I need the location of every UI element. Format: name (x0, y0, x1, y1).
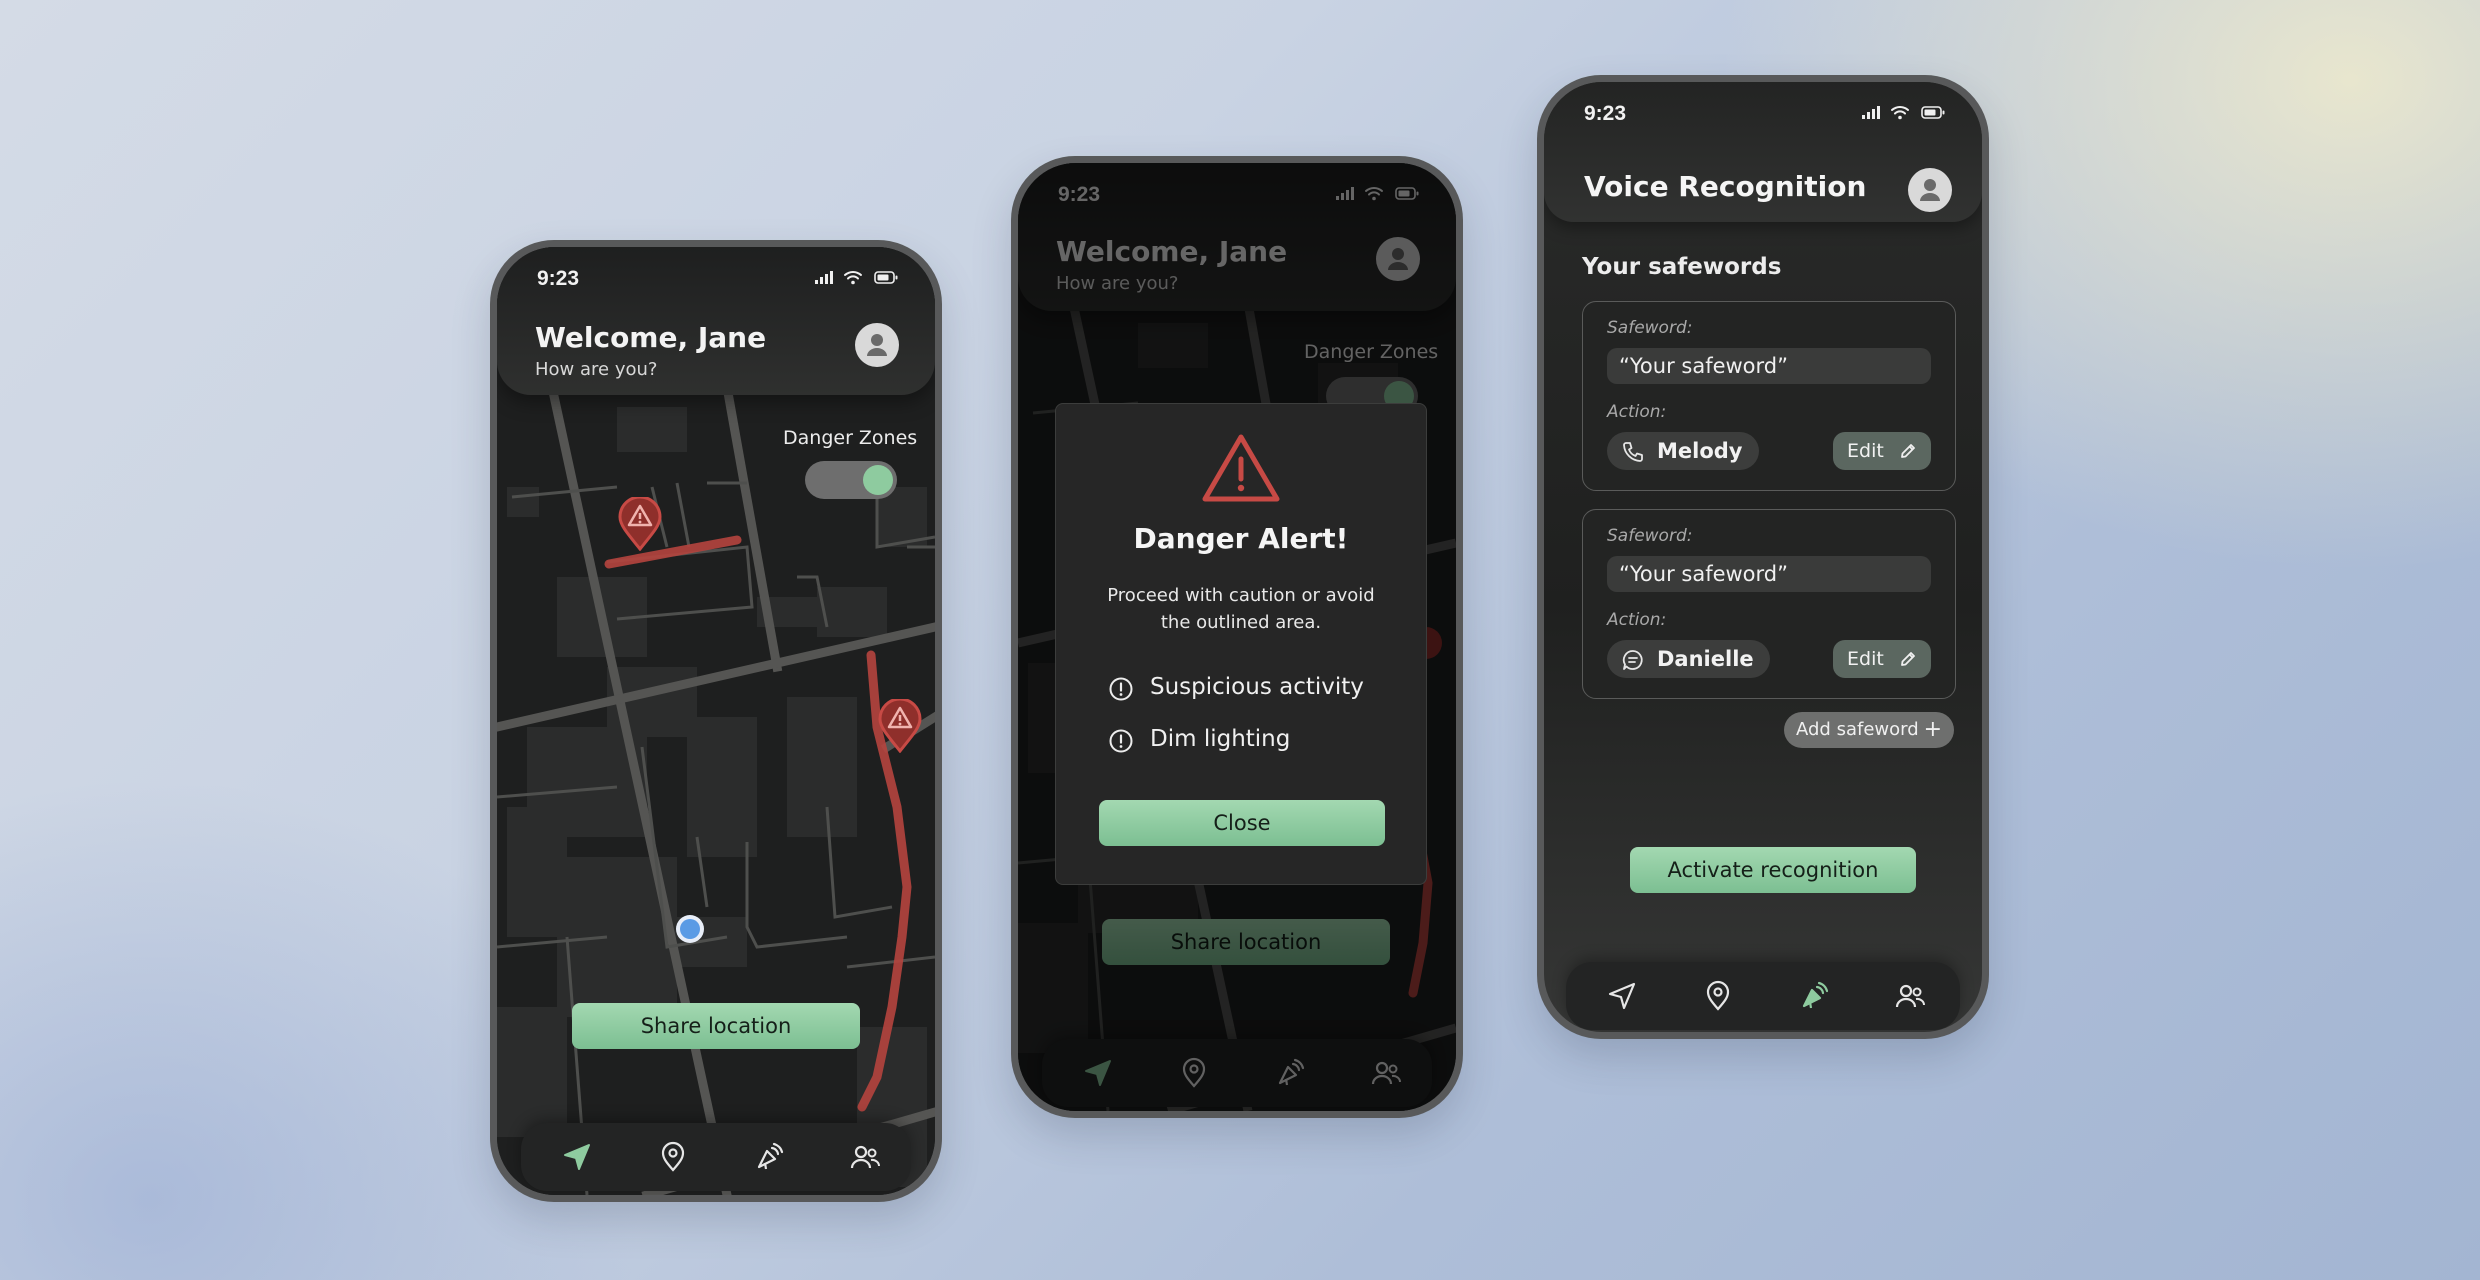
page-title: Welcome, Jane (535, 321, 767, 354)
pencil-icon (1901, 444, 1915, 458)
danger-alert-dialog: Danger Alert! Proceed with caution or av… (1055, 403, 1427, 885)
action-label: Action: (1607, 402, 1667, 422)
contacts-icon[interactable] (849, 1141, 881, 1173)
status-icons (1862, 106, 1945, 120)
status-bar: 9:23 (497, 247, 935, 299)
contact-name: Melody (1657, 439, 1743, 463)
action-contact-chip[interactable]: Danielle (1607, 640, 1770, 678)
toggle-knob (863, 465, 893, 495)
edit-button[interactable]: Edit (1833, 432, 1931, 470)
safeword-value[interactable]: “Your safeword” (1607, 556, 1931, 592)
status-time: 9:23 (537, 267, 580, 290)
info-icon (1109, 729, 1133, 753)
share-location-button[interactable]: Share location (572, 1003, 860, 1049)
user-icon (1920, 179, 1940, 201)
battery-icon (874, 271, 898, 284)
edit-label: Edit (1847, 440, 1884, 462)
info-icon (1109, 677, 1133, 701)
dialog-message: Proceed with caution or avoid the outlin… (1107, 585, 1375, 633)
safeword-card: Safeword: “Your safeword” Action: Melody… (1582, 301, 1956, 491)
danger-zones-toggle[interactable] (805, 461, 897, 499)
contact-name: Danielle (1657, 647, 1754, 671)
avatar[interactable] (855, 323, 899, 367)
alert-reason-label: Suspicious activity (1150, 674, 1364, 700)
add-safeword-button[interactable]: Add safeword + (1784, 712, 1954, 748)
bottom-nav (1566, 962, 1960, 1030)
navigate-icon[interactable] (561, 1141, 593, 1173)
section-title: Your safewords (1582, 254, 1782, 280)
status-time: 9:23 (1584, 102, 1627, 125)
action-label: Action: (1607, 610, 1667, 630)
phone-home-screen: Welcome, Jane How are you? 9:23 Danger Z… (490, 240, 942, 1202)
home-screen: Welcome, Jane How are you? 9:23 Danger Z… (497, 247, 935, 1195)
alert-reason-label: Dim lighting (1150, 726, 1291, 752)
battery-icon (1921, 106, 1945, 119)
danger-marker-icon[interactable] (617, 497, 663, 551)
status-icons (815, 271, 898, 285)
edit-button[interactable]: Edit (1833, 640, 1931, 678)
avatar[interactable] (1908, 168, 1952, 212)
bottom-nav (521, 1123, 911, 1191)
phone-voice-screen: Voice Recognition 9:23 Your safewords Sa… (1537, 75, 1989, 1039)
safeword-label: Safeword: (1607, 526, 1693, 546)
page-title: Voice Recognition (1584, 170, 1867, 203)
activate-recognition-button[interactable]: Activate recognition (1630, 847, 1916, 893)
voice-recognition-screen: Voice Recognition 9:23 Your safewords Sa… (1544, 82, 1982, 1032)
contacts-icon[interactable] (1894, 980, 1926, 1012)
safeword-label: Safeword: (1607, 318, 1693, 338)
action-contact-chip[interactable]: Melody (1607, 432, 1759, 470)
navigate-icon[interactable] (1606, 980, 1638, 1012)
plus-icon: + (1923, 717, 1942, 742)
user-icon (867, 334, 887, 356)
voice-recognition-icon[interactable] (1798, 980, 1830, 1012)
alert-reason-item: Suspicious activity (1108, 674, 1364, 708)
safeword-value[interactable]: “Your safeword” (1607, 348, 1931, 384)
wifi-icon (1891, 106, 1909, 115)
phone-icon (1623, 442, 1643, 462)
danger-marker-icon[interactable] (877, 699, 923, 753)
alert-screen: Welcome, Jane How are you? Danger Zones … (1018, 163, 1456, 1111)
warning-icon (1202, 434, 1280, 502)
phone-alert-screen: Welcome, Jane How are you? Danger Zones … (1011, 156, 1463, 1118)
message-icon (1622, 650, 1643, 670)
danger-zones-label: Danger Zones (783, 427, 918, 449)
page-subtitle: How are you? (535, 359, 658, 380)
pencil-icon (1901, 652, 1915, 666)
close-button[interactable]: Close (1099, 800, 1385, 846)
location-pin-icon[interactable] (1702, 980, 1734, 1012)
safeword-card: Safeword: “Your safeword” Action: Daniel… (1582, 509, 1956, 699)
signal-icon (1862, 106, 1880, 119)
status-bar: 9:23 (1544, 82, 1982, 134)
wifi-icon (844, 271, 862, 280)
alert-reason-item: Dim lighting (1108, 726, 1290, 760)
dialog-title: Danger Alert! (1133, 522, 1349, 555)
edit-label: Edit (1847, 648, 1884, 670)
location-pin-icon[interactable] (657, 1141, 689, 1173)
voice-recognition-icon[interactable] (753, 1141, 785, 1173)
add-safeword-label: Add safeword (1796, 719, 1919, 740)
signal-icon (815, 271, 833, 284)
